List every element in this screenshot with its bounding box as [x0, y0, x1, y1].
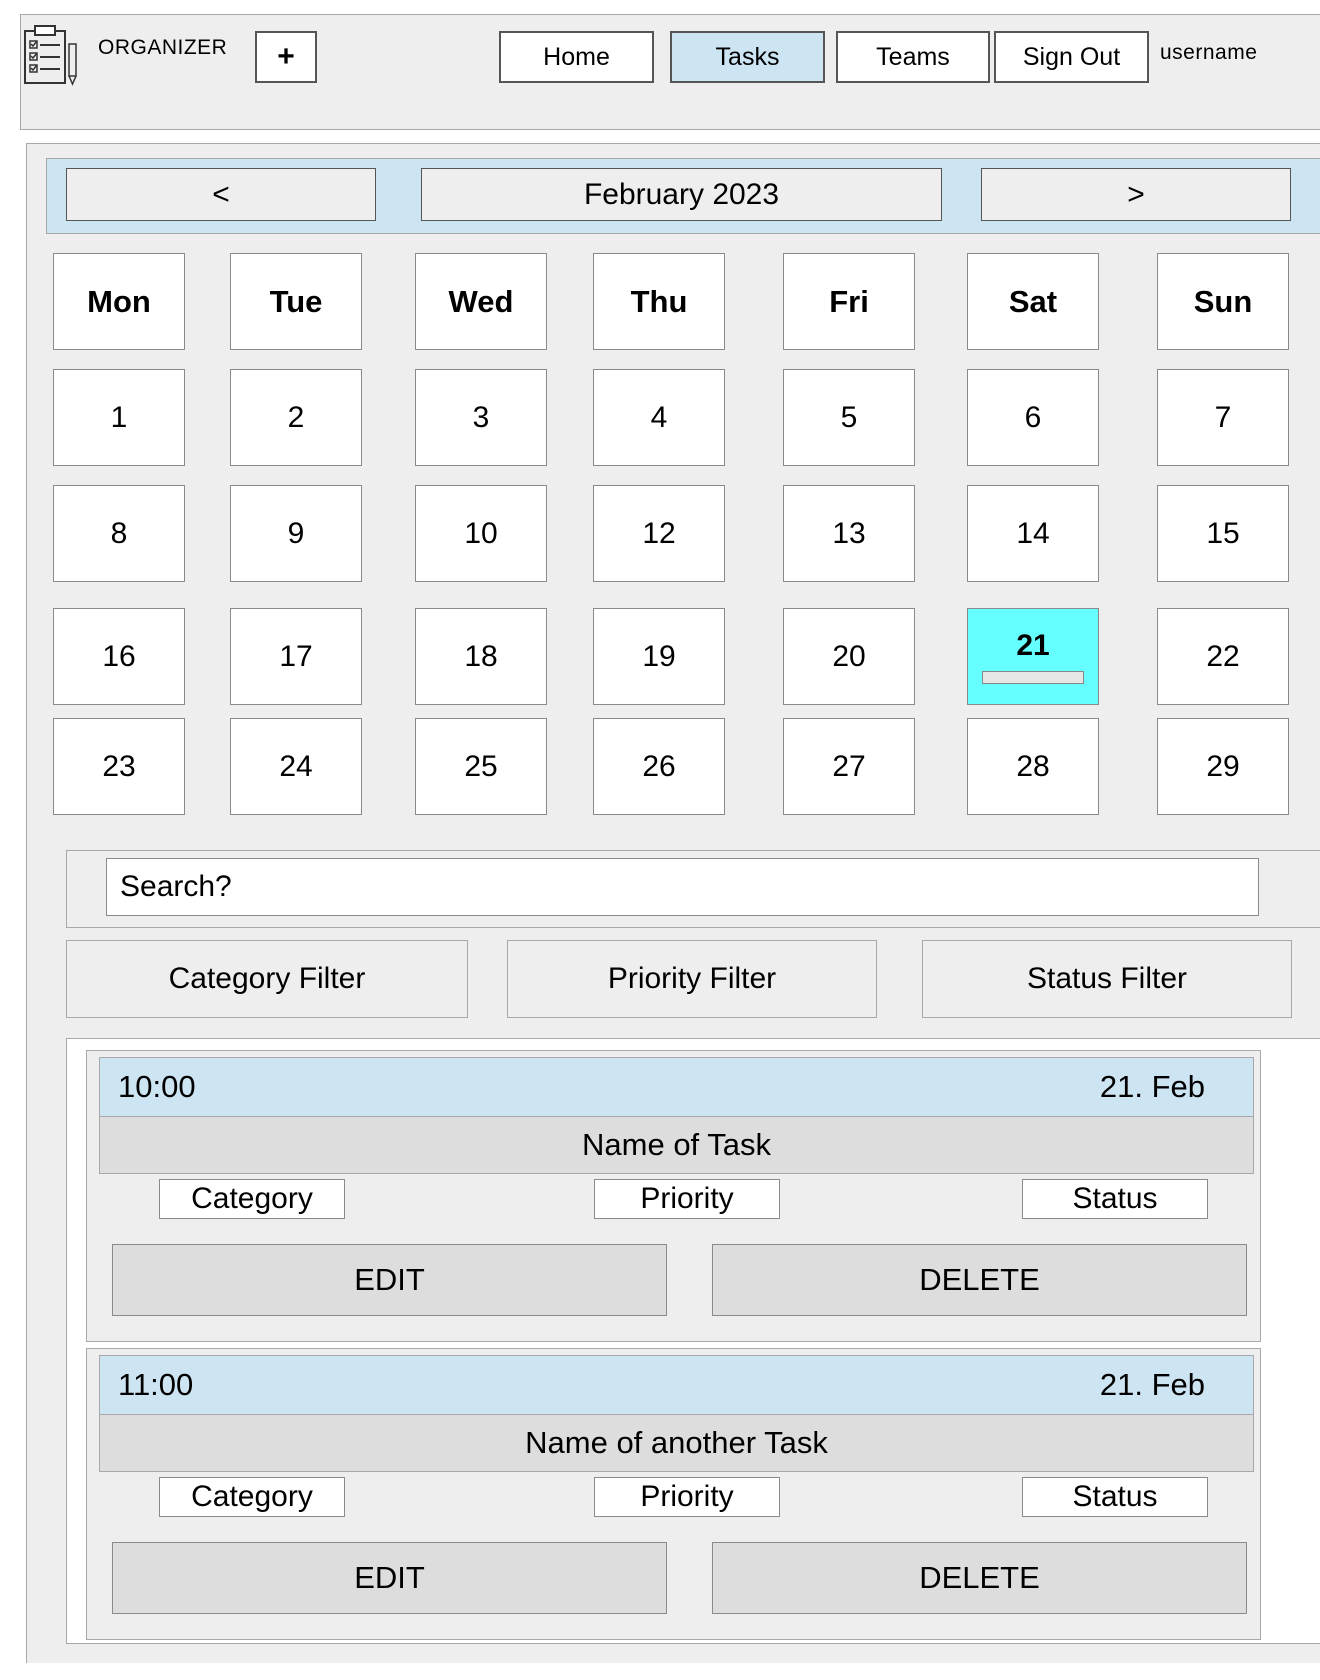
calendar-day[interactable]: 16	[53, 608, 185, 705]
calendar-day[interactable]: 23	[53, 718, 185, 815]
weekday-header-fri: Fri	[783, 253, 915, 350]
priority-filter-button[interactable]: Priority Filter	[507, 940, 877, 1018]
calendar-day[interactable]: 28	[967, 718, 1099, 815]
calendar-day[interactable]: 17	[230, 608, 362, 705]
task-date: 21. Feb	[1099, 1069, 1205, 1104]
calendar-day[interactable]: 15	[1157, 485, 1289, 582]
task-name: Name of Task	[99, 1116, 1254, 1174]
calendar-day[interactable]: 9	[230, 485, 362, 582]
task-header: 11:00 21. Feb	[99, 1355, 1254, 1415]
task-category-tag: Category	[159, 1179, 345, 1219]
weekday-header-sat: Sat	[967, 253, 1099, 350]
edit-task-button[interactable]: EDIT	[112, 1244, 667, 1316]
day-task-indicator	[982, 671, 1084, 684]
edit-task-button[interactable]: EDIT	[112, 1542, 667, 1614]
task-card: 11:00 21. Feb Name of another Task Categ…	[86, 1348, 1261, 1640]
weekday-header-tue: Tue	[230, 253, 362, 350]
calendar-day-selected[interactable]: 21	[967, 608, 1099, 705]
delete-task-button[interactable]: DELETE	[712, 1244, 1247, 1316]
username-label: username	[1160, 41, 1258, 64]
weekday-header-thu: Thu	[593, 253, 725, 350]
month-label: February 2023	[421, 168, 942, 221]
calendar-day[interactable]: 12	[593, 485, 725, 582]
search-input[interactable]: Search?	[106, 858, 1259, 916]
status-filter-button[interactable]: Status Filter	[922, 940, 1292, 1018]
selected-day-number: 21	[1016, 629, 1050, 662]
calendar-day[interactable]: 25	[415, 718, 547, 815]
calendar-day[interactable]: 24	[230, 718, 362, 815]
calendar-day[interactable]: 10	[415, 485, 547, 582]
calendar-day[interactable]: 8	[53, 485, 185, 582]
task-name: Name of another Task	[99, 1414, 1254, 1472]
task-time: 11:00	[118, 1367, 194, 1402]
weekday-header-wed: Wed	[415, 253, 547, 350]
weekday-header-mon: Mon	[53, 253, 185, 350]
calendar-day[interactable]: 5	[783, 369, 915, 466]
calendar-day[interactable]: 22	[1157, 608, 1289, 705]
calendar-day[interactable]: 4	[593, 369, 725, 466]
sign-out-button[interactable]: Sign Out	[994, 31, 1149, 83]
clipboard-checklist-icon	[22, 22, 82, 86]
task-card: 10:00 21. Feb Name of Task Category Prio…	[86, 1050, 1261, 1342]
task-priority-tag: Priority	[594, 1477, 780, 1517]
calendar-day[interactable]: 18	[415, 608, 547, 705]
next-month-button[interactable]: >	[981, 168, 1291, 221]
calendar-day[interactable]: 19	[593, 608, 725, 705]
category-filter-button[interactable]: Category Filter	[66, 940, 468, 1018]
calendar-day[interactable]: 27	[783, 718, 915, 815]
calendar-day[interactable]: 29	[1157, 718, 1289, 815]
calendar-day[interactable]: 2	[230, 369, 362, 466]
task-status-tag: Status	[1022, 1477, 1208, 1517]
calendar-day[interactable]: 6	[967, 369, 1099, 466]
delete-task-button[interactable]: DELETE	[712, 1542, 1247, 1614]
calendar-day[interactable]: 20	[783, 608, 915, 705]
prev-month-button[interactable]: <	[66, 168, 376, 221]
task-time: 10:00	[118, 1069, 196, 1104]
task-category-tag: Category	[159, 1477, 345, 1517]
task-priority-tag: Priority	[594, 1179, 780, 1219]
calendar-day[interactable]: 26	[593, 718, 725, 815]
calendar-day[interactable]: 1	[53, 369, 185, 466]
nav-home-button[interactable]: Home	[499, 31, 654, 83]
calendar-day[interactable]: 7	[1157, 369, 1289, 466]
add-task-button[interactable]: +	[255, 31, 317, 83]
task-status-tag: Status	[1022, 1179, 1208, 1219]
weekday-header-sun: Sun	[1157, 253, 1289, 350]
calendar-day[interactable]: 3	[415, 369, 547, 466]
task-header: 10:00 21. Feb	[99, 1057, 1254, 1117]
calendar-day[interactable]: 13	[783, 485, 915, 582]
task-date: 21. Feb	[1099, 1367, 1205, 1402]
app-title: ORGANIZER	[98, 36, 228, 59]
calendar-day[interactable]: 14	[967, 485, 1099, 582]
nav-tasks-button[interactable]: Tasks	[670, 31, 825, 83]
nav-teams-button[interactable]: Teams	[836, 31, 990, 83]
